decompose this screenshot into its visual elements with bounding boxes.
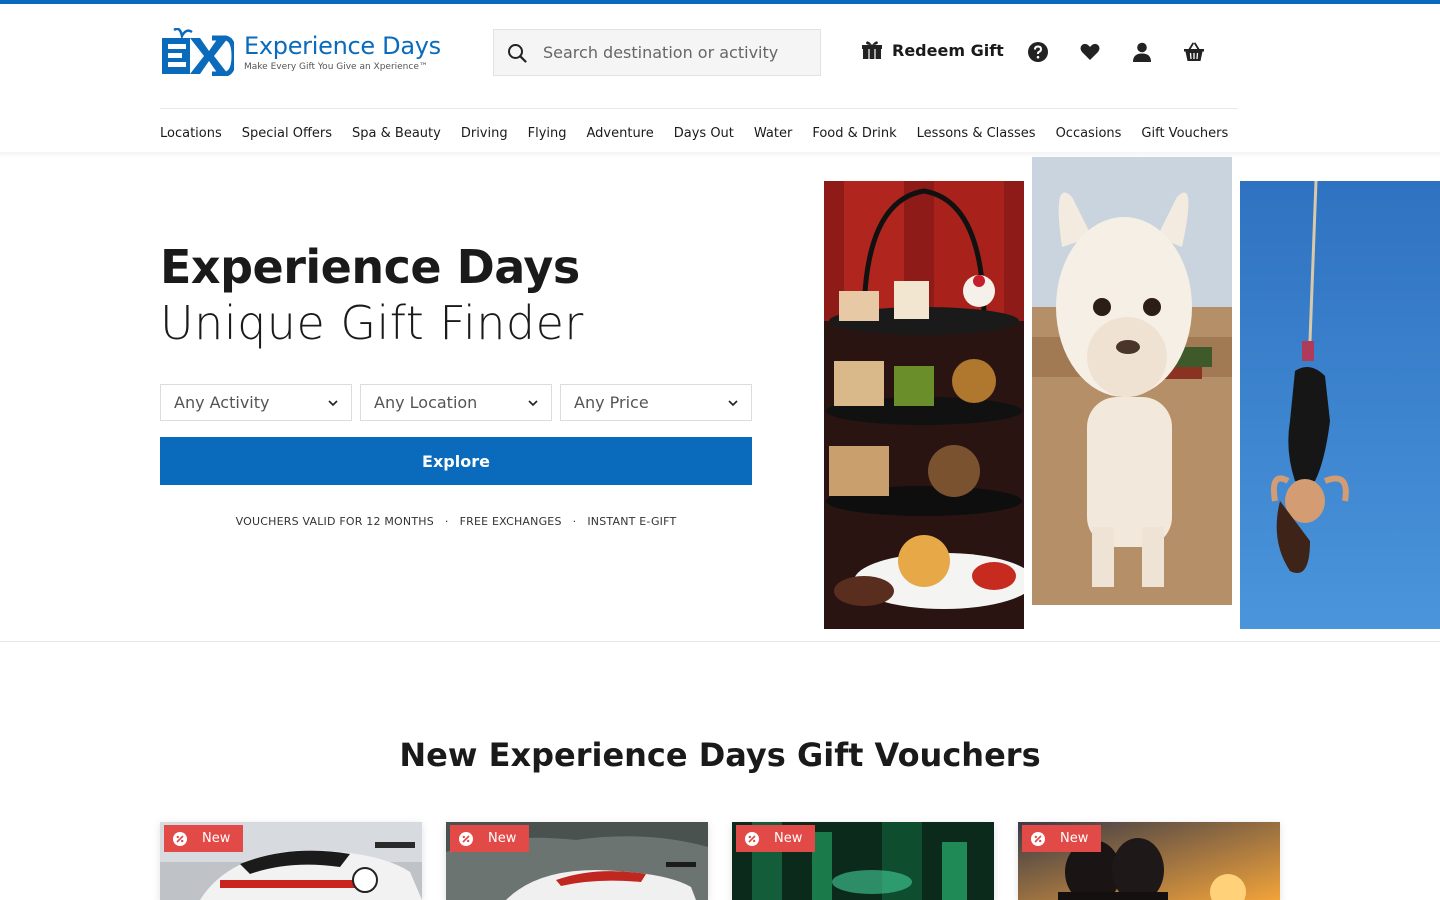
price-select-value: Any Price	[574, 393, 649, 412]
bungee-jump-image	[1240, 181, 1440, 629]
new-badge-label: New	[488, 831, 517, 846]
explore-button[interactable]: Explore	[160, 437, 752, 485]
new-badge: New	[736, 825, 815, 852]
main-nav: Locations Special Offers Spa & Beauty Dr…	[160, 126, 1228, 146]
voucher-card[interactable]: New	[732, 822, 994, 900]
location-select-value: Any Location	[374, 393, 478, 412]
nav-item-driving[interactable]: Driving	[461, 126, 508, 146]
nav-item-locations[interactable]: Locations	[160, 126, 222, 146]
logo-title: Experience Days	[244, 31, 441, 60]
nav-item-occasions[interactable]: Occasions	[1056, 126, 1122, 146]
tag-icon	[173, 831, 187, 846]
new-badge: New	[450, 825, 529, 852]
tag-icon	[745, 831, 759, 846]
usp-item: VOUCHERS VALID FOR 12 MONTHS	[235, 515, 434, 528]
account-user-icon[interactable]	[1132, 42, 1152, 62]
chevron-down-icon	[728, 399, 738, 406]
new-badge-label: New	[202, 831, 231, 846]
activity-select[interactable]: Any Activity	[160, 384, 352, 421]
price-select[interactable]: Any Price	[560, 384, 752, 421]
nav-item-adventure[interactable]: Adventure	[587, 126, 654, 146]
usp-separator: ·	[572, 515, 577, 528]
redeem-gift-label: Redeem Gift	[892, 40, 1004, 60]
basket-icon[interactable]	[1184, 42, 1204, 62]
new-vouchers-heading: New Experience Days Gift Vouchers	[399, 736, 1041, 774]
new-badge: New	[1022, 825, 1101, 852]
new-badge-label: New	[774, 831, 803, 846]
new-badge-label: New	[1060, 831, 1089, 846]
nav-item-spa-beauty[interactable]: Spa & Beauty	[352, 126, 441, 146]
nav-item-water[interactable]: Water	[754, 126, 792, 146]
wishlist-heart-icon[interactable]	[1080, 42, 1100, 62]
voucher-card[interactable]: New	[160, 822, 422, 900]
nav-item-gift-vouchers[interactable]: Gift Vouchers	[1141, 126, 1228, 146]
tag-icon	[1031, 831, 1045, 846]
usp-item: INSTANT E-GIFT	[587, 515, 677, 528]
nav-item-special-offers[interactable]: Special Offers	[242, 126, 332, 146]
help-icon[interactable]	[1028, 42, 1048, 62]
search-box[interactable]	[493, 29, 821, 76]
new-badge: New	[164, 825, 243, 852]
chevron-down-icon	[528, 399, 538, 406]
hero-divider	[0, 641, 1440, 642]
logo-tagline: Make Every Gift You Give an Xperience™	[244, 61, 428, 72]
redeem-gift-button[interactable]: Redeem Gift	[862, 40, 1004, 60]
nav-item-lessons-classes[interactable]: Lessons & Classes	[917, 126, 1036, 146]
location-select[interactable]: Any Location	[360, 384, 552, 421]
voucher-card[interactable]: New	[1018, 822, 1280, 900]
activity-select-value: Any Activity	[174, 393, 270, 412]
nav-item-flying[interactable]: Flying	[528, 126, 567, 146]
header-divider	[160, 108, 1238, 109]
logo[interactable]: Experience Days Make Every Gift You Give…	[160, 27, 450, 77]
nav-item-days-out[interactable]: Days Out	[674, 126, 734, 146]
chevron-down-icon	[328, 399, 338, 406]
hero-title: Experience Days	[160, 240, 580, 294]
hero-subtitle: Unique Gift Finder	[160, 296, 584, 350]
top-accent-bar	[0, 0, 1440, 4]
search-icon[interactable]	[507, 43, 527, 63]
nav-item-food-drink[interactable]: Food & Drink	[812, 126, 896, 146]
afternoon-tea-image	[824, 181, 1024, 629]
usp-strip: VOUCHERS VALID FOR 12 MONTHS · FREE EXCH…	[160, 515, 752, 528]
usp-item: FREE EXCHANGES	[459, 515, 562, 528]
logo-mark-icon	[162, 28, 234, 76]
gift-box-icon	[862, 41, 882, 59]
voucher-card[interactable]: New	[446, 822, 708, 900]
usp-separator: ·	[444, 515, 449, 528]
search-input[interactable]	[543, 43, 803, 62]
tag-icon	[459, 831, 473, 846]
alpaca-image	[1032, 157, 1232, 605]
